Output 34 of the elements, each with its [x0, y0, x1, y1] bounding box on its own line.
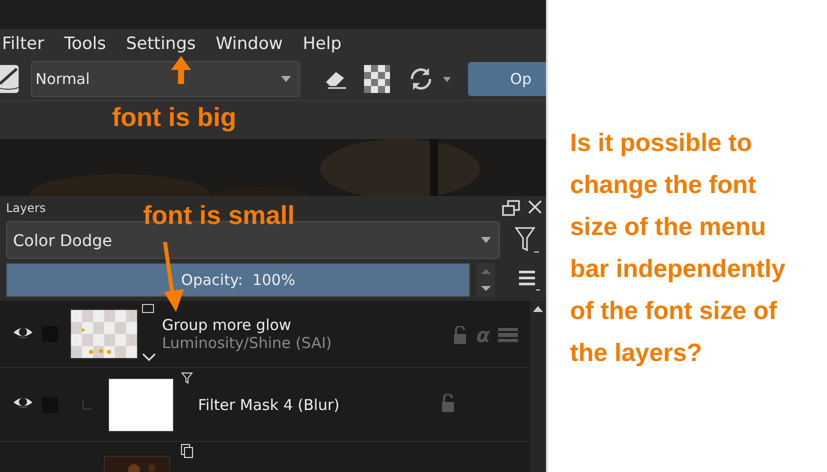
scrollbar[interactable] — [530, 301, 546, 472]
opacity-slider[interactable]: Opacity: 100% — [6, 263, 470, 297]
caret-icon — [281, 76, 292, 82]
eye-icon[interactable] — [12, 326, 34, 340]
refresh-icon[interactable] — [408, 66, 433, 92]
float-icon[interactable] — [502, 200, 520, 216]
clone-layer-icon — [181, 444, 193, 458]
opacity-button[interactable]: Op — [468, 62, 546, 96]
annotation-label: font is big — [112, 102, 236, 133]
indent-line-icon — [82, 400, 92, 410]
mask-thumbnail — [108, 378, 174, 432]
menu-icon[interactable] — [516, 269, 540, 291]
menu-item[interactable]: Window — [216, 34, 283, 54]
caret-icon — [481, 237, 492, 243]
menu-item[interactable]: Settings — [126, 34, 196, 54]
close-icon[interactable] — [528, 200, 542, 214]
question-text: Is it possible to change the font size of the menu bar independently of the font size of the layers? — [570, 128, 786, 369]
eye-icon[interactable] — [12, 396, 34, 410]
blend-mode-dropdown[interactable]: Normal — [30, 61, 300, 98]
layer-name: Filter Mask 4 (Blur) — [198, 396, 340, 414]
menu-item[interactable]: Filter — [2, 34, 44, 54]
layer-type-icon — [142, 304, 154, 313]
annotation-arrow — [170, 56, 192, 86]
collapse-chevron-icon[interactable] — [142, 353, 156, 362]
filter-icon[interactable] — [514, 225, 540, 255]
filter-icon — [181, 372, 193, 384]
checkerboard-icon[interactable] — [364, 65, 390, 94]
menu-item[interactable]: Help — [302, 34, 342, 54]
layer-name: Group more glow — [162, 316, 292, 334]
panel-title: Layers — [6, 201, 46, 215]
caret-icon[interactable] — [442, 76, 450, 82]
layer-blend-mode: Luminosity/Shine (SAI) — [162, 334, 332, 352]
menu-item[interactable]: Tools — [64, 34, 106, 54]
spin-buttons[interactable] — [476, 263, 495, 297]
